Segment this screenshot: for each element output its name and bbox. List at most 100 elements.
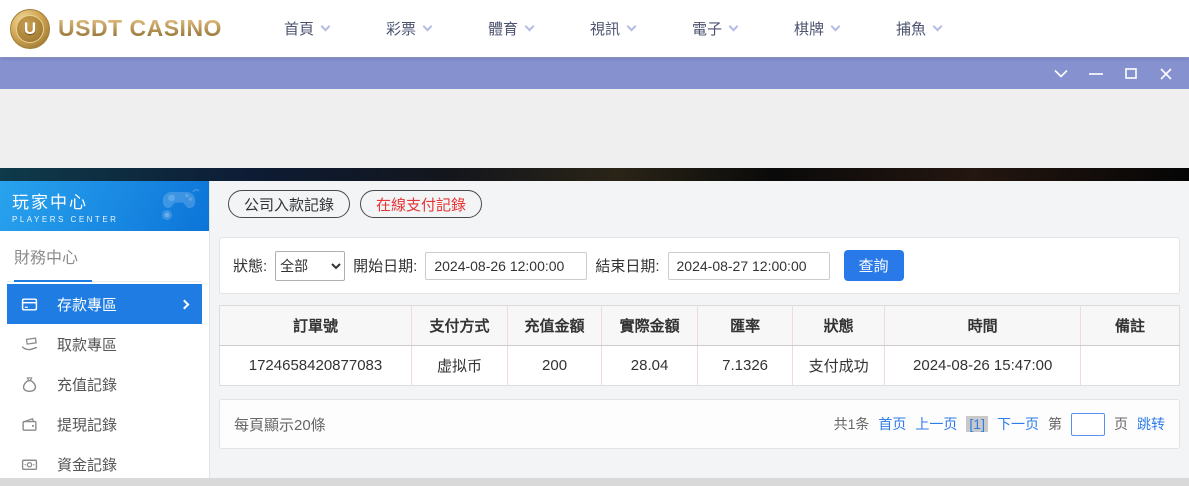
chevron-down-icon <box>423 22 433 32</box>
top-nav-label: 捕魚 <box>896 18 926 39</box>
next-page-link[interactable]: 下一页 <box>997 414 1039 434</box>
end-date-input[interactable] <box>668 252 830 280</box>
sidebar: 玩家中心 PLAYERS CENTER 財務中心 <box>0 181 210 478</box>
app-window: U USDT CASINO 首頁 彩票 體育 視訊 電子 <box>0 0 1189 486</box>
top-nav-label: 視訊 <box>590 18 620 39</box>
content-area: 公司入款記錄 在線支付記錄 狀態: 全部 開始日期: 結束日期: 查詢 <box>210 181 1189 478</box>
sidebar-item-recharge-records[interactable]: 充值記錄 <box>7 364 202 404</box>
window-titlebar <box>0 57 1189 89</box>
top-nav-item-live[interactable]: 視訊 <box>590 18 635 39</box>
total-count-text: 共1条 <box>834 414 870 434</box>
col-actual-amount: 實際金額 <box>602 306 698 346</box>
coin-logo-icon: U <box>10 9 50 49</box>
cell-status: 支付成功 <box>793 346 885 386</box>
jump-button[interactable]: 跳转 <box>1137 414 1165 434</box>
chevron-down-icon <box>831 22 841 32</box>
top-nav-item-fishing[interactable]: 捕魚 <box>896 18 941 39</box>
cell-time: 2024-08-26 15:47:00 <box>885 346 1081 386</box>
top-nav-label: 體育 <box>488 18 518 39</box>
table-header-row: 訂單號 支付方式 充值金額 實際金額 匯率 狀態 時間 備註 <box>220 306 1180 346</box>
tab-online-payment-records[interactable]: 在線支付記錄 <box>360 190 482 218</box>
end-date-label: 結束日期: <box>595 255 659 276</box>
cell-payment-method: 虚拟币 <box>412 346 508 386</box>
top-nav-menu: 首頁 彩票 體育 視訊 電子 棋牌 <box>284 18 941 39</box>
top-nav-item-sports[interactable]: 體育 <box>488 18 533 39</box>
cell-actual-amount: 28.04 <box>602 346 698 386</box>
sidebar-item-label: 資金記錄 <box>57 454 117 475</box>
chevron-down-icon <box>729 22 739 32</box>
banner-strip <box>0 168 1189 181</box>
sidebar-item-deposit[interactable]: 存款專區 <box>7 284 202 324</box>
finance-center-title: 財務中心 <box>14 244 195 268</box>
finance-center-section: 財務中心 <box>7 231 202 282</box>
col-time: 時間 <box>885 306 1081 346</box>
table-row: 1724658420877083 虚拟币 200 28.04 7.1326 支付… <box>220 346 1180 386</box>
sidebar-item-withdraw[interactable]: 取款專區 <box>7 324 202 364</box>
chevron-down-icon <box>933 22 943 32</box>
start-date-label: 開始日期: <box>353 255 417 276</box>
cell-recharge-amount: 200 <box>508 346 602 386</box>
maximize-icon[interactable] <box>1124 67 1138 81</box>
status-label: 狀態: <box>233 255 267 276</box>
bottom-status-bar <box>0 478 1189 486</box>
sidebar-item-label: 提現記錄 <box>57 414 117 435</box>
withdraw-hand-icon <box>21 336 38 353</box>
top-navbar: U USDT CASINO 首頁 彩票 體育 視訊 電子 <box>0 0 1189 57</box>
top-nav-label: 電子 <box>692 18 722 39</box>
deposit-card-icon <box>21 296 38 313</box>
search-button[interactable]: 查詢 <box>844 250 904 281</box>
top-nav-item-cards[interactable]: 棋牌 <box>794 18 839 39</box>
start-date-input[interactable] <box>425 252 587 280</box>
pagination: 共1条 首页 上一页 [1] 下一页 第 页 跳转 <box>834 413 1165 436</box>
cell-order-number: 1724658420877083 <box>220 346 412 386</box>
page-size-text: 每頁顯示20條 <box>234 414 326 435</box>
top-nav-item-lottery[interactable]: 彩票 <box>386 18 431 39</box>
page-spacer <box>0 89 1189 168</box>
top-nav-item-home[interactable]: 首頁 <box>284 18 329 39</box>
cell-exchange-rate: 7.1326 <box>698 346 793 386</box>
chevron-down-icon <box>525 22 535 32</box>
gamepad-icon <box>157 184 203 229</box>
first-page-link[interactable]: 首页 <box>878 414 906 434</box>
jump-suffix-label: 页 <box>1114 414 1128 434</box>
cash-icon <box>21 456 38 473</box>
chevron-down-icon <box>321 22 331 32</box>
chevron-down-icon <box>627 22 637 32</box>
col-remark: 備註 <box>1081 306 1180 346</box>
cell-remark <box>1081 346 1180 386</box>
top-nav-item-slots[interactable]: 電子 <box>692 18 737 39</box>
sidebar-item-label: 取款專區 <box>57 334 117 355</box>
main-area: 玩家中心 PLAYERS CENTER 財務中心 <box>0 181 1189 478</box>
col-recharge-amount: 充值金額 <box>508 306 602 346</box>
coin-letter: U <box>24 19 36 39</box>
records-table: 訂單號 支付方式 充值金額 實際金額 匯率 狀態 時間 備註 172465842… <box>219 305 1180 386</box>
sidebar-item-label: 存款專區 <box>57 294 117 315</box>
minimize-icon[interactable] <box>1089 67 1103 81</box>
prev-page-link[interactable]: 上一页 <box>915 414 957 434</box>
brand-name: USDT CASINO <box>58 15 222 42</box>
current-page-indicator: [1] <box>966 416 988 432</box>
col-order-number: 訂單號 <box>220 306 412 346</box>
pagination-panel: 每頁顯示20條 共1条 首页 上一页 [1] 下一页 第 页 跳转 <box>219 399 1180 449</box>
chevron-right-icon <box>180 299 190 309</box>
collapse-chevron-icon[interactable] <box>1054 67 1068 81</box>
sidebar-item-label: 充值記錄 <box>57 374 117 395</box>
top-nav-label: 首頁 <box>284 18 314 39</box>
tab-company-deposit-records[interactable]: 公司入款記錄 <box>228 190 350 218</box>
moneybag-icon <box>21 376 38 393</box>
col-payment-method: 支付方式 <box>412 306 508 346</box>
status-select[interactable]: 全部 <box>275 251 345 281</box>
page-jump-input[interactable] <box>1071 413 1105 436</box>
col-exchange-rate: 匯率 <box>698 306 793 346</box>
players-center-header: 玩家中心 PLAYERS CENTER <box>0 181 209 231</box>
sidebar-menu: 存款專區 取款專區 充值記錄 <box>0 282 209 484</box>
jump-prefix-label: 第 <box>1048 414 1062 434</box>
record-tabs: 公司入款記錄 在線支付記錄 <box>228 190 1180 218</box>
brand-logo[interactable]: U USDT CASINO <box>10 9 222 49</box>
top-nav-label: 彩票 <box>386 18 416 39</box>
top-nav-label: 棋牌 <box>794 18 824 39</box>
filter-panel: 狀態: 全部 開始日期: 結束日期: 查詢 <box>219 237 1180 294</box>
close-icon[interactable] <box>1159 67 1173 81</box>
col-status: 狀態 <box>793 306 885 346</box>
sidebar-item-withdrawal-records[interactable]: 提現記錄 <box>7 404 202 444</box>
